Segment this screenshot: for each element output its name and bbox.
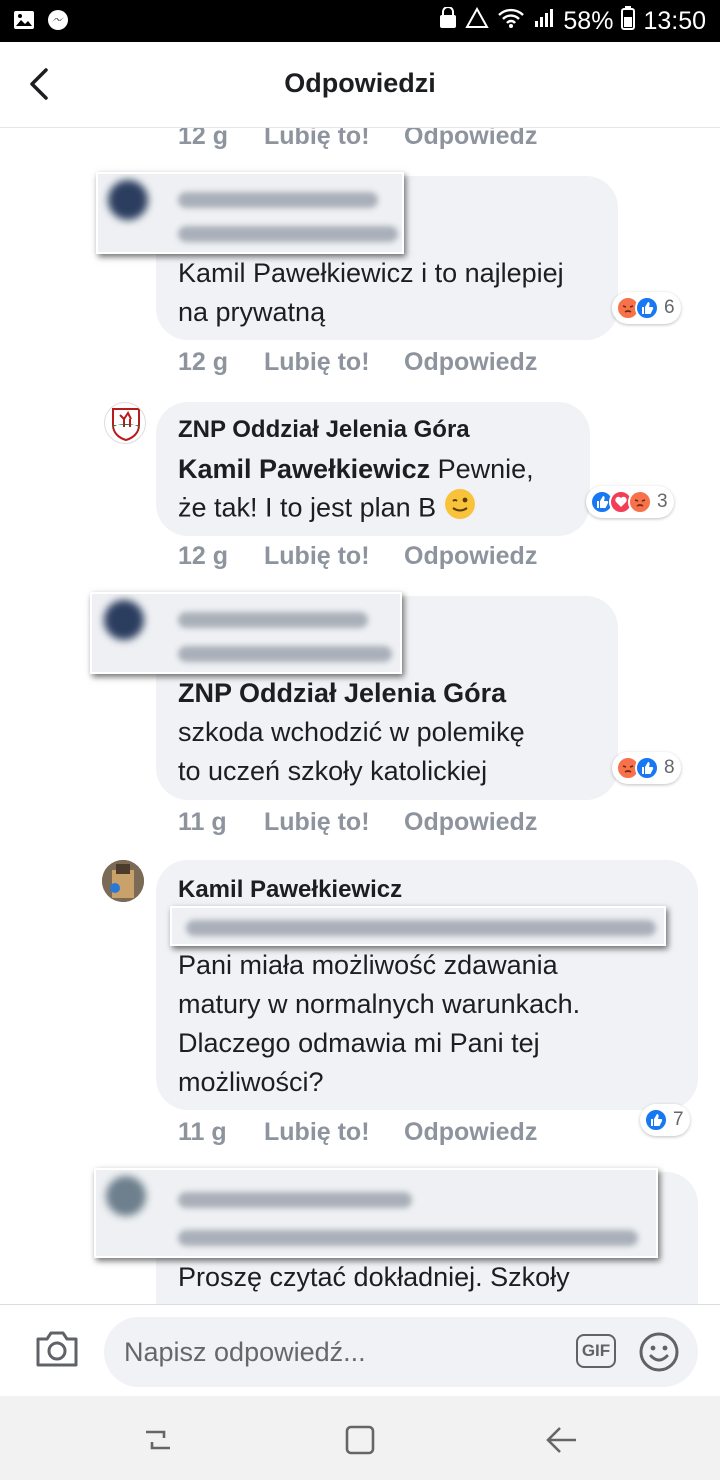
status-right: 58% 13:50 — [439, 6, 706, 37]
battery-percent: 58% — [563, 7, 614, 35]
reaction-summary[interactable]: 8 — [612, 752, 681, 784]
like-link[interactable]: Lubię to! — [264, 128, 404, 151]
comment-actions: 12 g Lubię to! Odpowiedz — [178, 348, 537, 377]
comment-text: Kamil Pawełkiewicz i to najlepiej na pry… — [178, 258, 564, 327]
data-saver-icon — [465, 6, 490, 36]
reaction-summary[interactable]: 7 — [640, 1104, 690, 1136]
reply-link[interactable]: Odpowiedz — [404, 1118, 537, 1147]
reply-link[interactable]: Odpowiedz — [404, 542, 537, 571]
like-reaction-icon — [635, 756, 659, 780]
comment-author[interactable]: Kamil Pawełkiewicz — [178, 876, 402, 904]
like-link[interactable]: Lubię to! — [264, 808, 404, 837]
angry-reaction-icon — [628, 490, 652, 514]
reply-link[interactable]: Odpowiedz — [404, 348, 537, 377]
wifi-icon — [497, 7, 525, 36]
replies-feed[interactable]: 12 g Lubię to! Odpowiedz Kamil Pawełkiew… — [0, 128, 720, 1304]
reply-placeholder: Napisz odpowiedź... — [124, 1337, 366, 1367]
like-link[interactable]: Lubię to! — [264, 542, 404, 571]
blurred-avatar — [106, 1176, 146, 1216]
reply-composer: Napisz odpowiedź... GIF — [0, 1304, 720, 1396]
reaction-count: 7 — [673, 1109, 684, 1130]
page-title: Odpowiedzi — [284, 68, 436, 98]
clock: 13:50 — [643, 7, 706, 35]
recents-button[interactable] — [140, 1422, 176, 1463]
gallery-icon — [12, 8, 36, 37]
blurred-avatar — [104, 600, 144, 640]
comment-time: 12 g — [178, 128, 229, 150]
comment-text-part: Pewnie, — [430, 454, 534, 484]
home-button[interactable] — [342, 1422, 378, 1463]
comment-text: szkoda wchodzić w polemikę to uczeń szko… — [178, 717, 525, 786]
status-left — [12, 8, 70, 37]
redacted-mention — [170, 906, 666, 946]
like-reaction-icon — [644, 1108, 668, 1132]
comment-time: 11 g — [178, 1118, 227, 1146]
wink-emoji-icon — [444, 488, 476, 531]
blurred-name-line — [178, 192, 378, 208]
comment-text: ZNP Oddział Jelenia Góra — [178, 674, 598, 713]
comment-text-part: że tak! I to jest plan B — [178, 492, 437, 523]
blurred-name-line — [186, 920, 656, 936]
comment-time: 12 g — [178, 348, 229, 376]
comment-text: Pani miała możliwość zdawania matury w n… — [178, 950, 581, 1097]
mention-tag[interactable]: ZNP Oddział Jelenia Góra — [178, 678, 506, 708]
comment-time: 12 g — [178, 542, 229, 570]
comment-text: Kamil Pawełkiewicz Pewnie, — [178, 450, 578, 489]
redacted-author — [94, 1168, 658, 1258]
like-reaction-icon — [635, 296, 659, 320]
redacted-author — [90, 592, 402, 674]
comment-author[interactable]: ZNP Oddział Jelenia Góra — [178, 416, 470, 444]
camera-button[interactable] — [34, 1329, 80, 1374]
home-icon — [345, 1425, 375, 1455]
reaction-count: 6 — [664, 297, 675, 318]
recents-icon — [146, 1430, 170, 1450]
comment-actions: 11 g Lubię to! Odpowiedz — [178, 1118, 537, 1147]
like-link[interactable]: Lubię to! — [264, 1118, 404, 1147]
lock-icon — [439, 6, 457, 36]
comment-actions: 11 g Lubię to! Odpowiedz — [178, 808, 537, 837]
profile-photo-icon — [102, 860, 144, 902]
avatar[interactable] — [102, 860, 144, 902]
reaction-count: 3 — [657, 491, 668, 512]
comment-text-line: że tak! I to jest plan B — [178, 488, 578, 531]
blurred-name-line — [178, 1192, 412, 1208]
blurred-name-line — [178, 1230, 638, 1246]
back-nav-button[interactable] — [544, 1422, 580, 1463]
blurred-name-line — [178, 612, 368, 628]
battery-icon — [621, 6, 636, 37]
coat-of-arms-icon — [112, 408, 140, 442]
blurred-name-line — [178, 646, 392, 662]
like-link[interactable]: Lubię to! — [264, 348, 404, 377]
back-nav-icon — [546, 1427, 576, 1453]
reply-input[interactable]: Napisz odpowiedź... GIF — [104, 1317, 698, 1387]
reaction-summary[interactable]: 3 — [586, 486, 674, 518]
blurred-avatar — [108, 180, 148, 220]
header: Odpowiedzi — [0, 42, 720, 128]
redacted-author — [96, 172, 404, 254]
comment-time: 11 g — [178, 808, 227, 836]
system-navigation-bar — [0, 1396, 720, 1480]
status-bar: 58% 13:50 — [0, 0, 720, 42]
mention-tag[interactable]: Kamil Pawełkiewicz — [178, 454, 430, 484]
signal-icon — [533, 7, 555, 36]
messenger-icon — [46, 8, 70, 37]
comment-text: Proszę czytać dokładniej. Szkoły — [178, 1262, 570, 1292]
blurred-name-line — [178, 226, 398, 242]
gif-button[interactable]: GIF — [576, 1334, 616, 1368]
comment-actions: 12 g Lubię to! Odpowiedz — [178, 128, 537, 151]
reply-link[interactable]: Odpowiedz — [404, 128, 537, 151]
reaction-count: 8 — [664, 757, 675, 778]
reaction-summary[interactable]: 6 — [612, 292, 681, 324]
emoji-button[interactable] — [638, 1331, 680, 1378]
avatar[interactable] — [104, 402, 146, 444]
comment-actions: 12 g Lubię to! Odpowiedz — [178, 542, 537, 571]
reply-link[interactable]: Odpowiedz — [404, 808, 537, 837]
camera-icon — [36, 1331, 78, 1367]
emoji-icon — [639, 1332, 679, 1372]
